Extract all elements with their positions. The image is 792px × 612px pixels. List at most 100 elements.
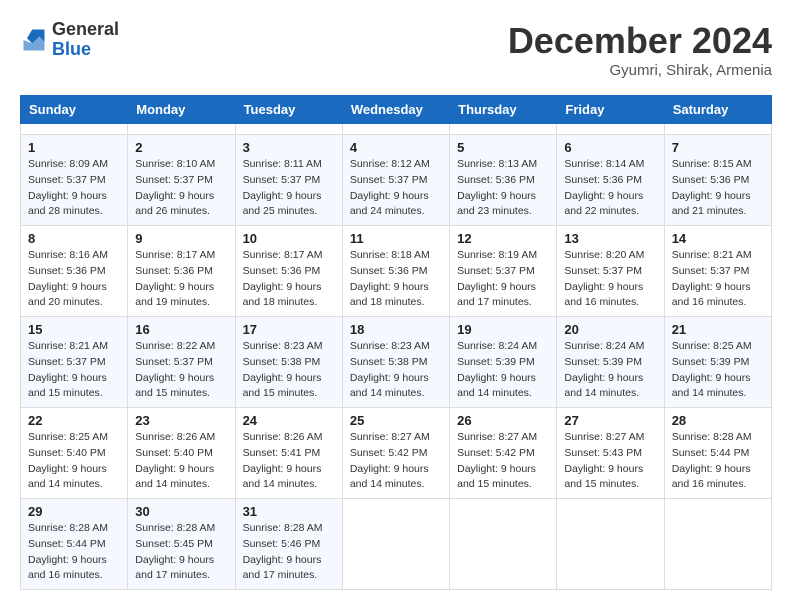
day-info: Sunrise: 8:24 AMSunset: 5:39 PMDaylight:… (457, 339, 549, 402)
day-number: 24 (243, 413, 335, 428)
calendar-week-row: 1 Sunrise: 8:09 AMSunset: 5:37 PMDaylight… (21, 135, 772, 226)
day-info: Sunrise: 8:19 AMSunset: 5:37 PMDaylight:… (457, 248, 549, 311)
day-info: Sunrise: 8:17 AMSunset: 5:36 PMDaylight:… (135, 248, 227, 311)
logo-general: General (52, 20, 119, 40)
calendar-cell: 9Sunrise: 8:17 AMSunset: 5:36 PMDaylight… (128, 226, 235, 317)
day-info: Sunrise: 8:26 AMSunset: 5:40 PMDaylight:… (135, 430, 227, 493)
day-number: 1 (28, 140, 120, 155)
calendar-cell: 26Sunrise: 8:27 AMSunset: 5:42 PMDayligh… (450, 408, 557, 499)
calendar-cell: 23 Sunrise: 8:26 AMSunset: 5:40 PMDayligh… (128, 408, 235, 499)
day-info: Sunrise: 8:09 AMSunset: 5:37 PMDaylight:… (28, 157, 120, 220)
day-info: Sunrise: 8:15 AMSunset: 5:36 PMDaylight:… (672, 157, 764, 220)
day-number: 20 (564, 322, 656, 337)
day-info: Sunrise: 8:24 AMSunset: 5:39 PMDaylight:… (564, 339, 656, 402)
day-info: Sunrise: 8:21 AMSunset: 5:37 PMDaylight:… (28, 339, 120, 402)
day-number: 28 (672, 413, 764, 428)
calendar-cell: 10Sunrise: 8:17 AMSunset: 5:36 PMDayligh… (235, 226, 342, 317)
day-number: 21 (672, 322, 764, 337)
day-info: Sunrise: 8:27 AMSunset: 5:43 PMDaylight:… (564, 430, 656, 493)
day-info: Sunrise: 8:21 AMSunset: 5:37 PMDaylight:… (672, 248, 764, 311)
day-info: Sunrise: 8:12 AMSunset: 5:37 PMDaylight:… (350, 157, 442, 220)
day-info: Sunrise: 8:18 AMSunset: 5:36 PMDaylight:… (350, 248, 442, 311)
day-info: Sunrise: 8:13 AMSunset: 5:36 PMDaylight:… (457, 157, 549, 220)
location: Gyumri, Shirak, Armenia (508, 62, 772, 79)
calendar-cell: 7 Sunrise: 8:15 AMSunset: 5:36 PMDaylight… (664, 135, 771, 226)
calendar-week-row: 15 Sunrise: 8:21 AMSunset: 5:37 PMDayligh… (21, 317, 772, 408)
calendar-cell (21, 124, 128, 135)
calendar-cell: 22 Sunrise: 8:25 AMSunset: 5:40 PMDayligh… (21, 408, 128, 499)
calendar-cell (235, 124, 342, 135)
calendar-cell: 29 Sunrise: 8:28 AMSunset: 5:44 PMDayligh… (21, 499, 128, 590)
day-info: Sunrise: 8:27 AMSunset: 5:42 PMDaylight:… (350, 430, 442, 493)
day-number: 29 (28, 504, 120, 519)
day-number: 17 (243, 322, 335, 337)
day-info: Sunrise: 8:25 AMSunset: 5:40 PMDaylight:… (28, 430, 120, 493)
calendar-week-row: 22 Sunrise: 8:25 AMSunset: 5:40 PMDayligh… (21, 408, 772, 499)
day-info: Sunrise: 8:28 AMSunset: 5:44 PMDaylight:… (28, 521, 120, 584)
calendar-cell: 28 Sunrise: 8:28 AMSunset: 5:44 PMDayligh… (664, 408, 771, 499)
weekday-header-row: SundayMondayTuesdayWednesdayThursdayFrid… (21, 96, 772, 124)
day-info: Sunrise: 8:20 AMSunset: 5:37 PMDaylight:… (564, 248, 656, 311)
calendar-cell: 4 Sunrise: 8:12 AMSunset: 5:37 PMDaylight… (342, 135, 449, 226)
calendar-week-row: 8Sunrise: 8:16 AMSunset: 5:36 PMDaylight… (21, 226, 772, 317)
calendar-cell: 12 Sunrise: 8:19 AMSunset: 5:37 PMDayligh… (450, 226, 557, 317)
calendar-cell (450, 124, 557, 135)
day-info: Sunrise: 8:23 AMSunset: 5:38 PMDaylight:… (350, 339, 442, 402)
calendar-cell: 11 Sunrise: 8:18 AMSunset: 5:36 PMDayligh… (342, 226, 449, 317)
calendar-cell: 2 Sunrise: 8:10 AMSunset: 5:37 PMDaylight… (128, 135, 235, 226)
calendar-cell (664, 124, 771, 135)
calendar-cell: 17Sunrise: 8:23 AMSunset: 5:38 PMDayligh… (235, 317, 342, 408)
day-info: Sunrise: 8:10 AMSunset: 5:37 PMDaylight:… (135, 157, 227, 220)
day-number: 19 (457, 322, 549, 337)
calendar-week-row (21, 124, 772, 135)
calendar-cell: 8Sunrise: 8:16 AMSunset: 5:36 PMDaylight… (21, 226, 128, 317)
logo: General Blue (20, 20, 119, 60)
month-title: December 2024 (508, 20, 772, 62)
logo-icon (20, 26, 48, 54)
title-block: December 2024 Gyumri, Shirak, Armenia (508, 20, 772, 79)
calendar-cell: 21Sunrise: 8:25 AMSunset: 5:39 PMDayligh… (664, 317, 771, 408)
calendar-cell: 27 Sunrise: 8:27 AMSunset: 5:43 PMDayligh… (557, 408, 664, 499)
calendar-cell: 19 Sunrise: 8:24 AMSunset: 5:39 PMDayligh… (450, 317, 557, 408)
calendar-cell: 14 Sunrise: 8:21 AMSunset: 5:37 PMDayligh… (664, 226, 771, 317)
day-number: 23 (135, 413, 227, 428)
day-info: Sunrise: 8:28 AMSunset: 5:44 PMDaylight:… (672, 430, 764, 493)
day-number: 13 (564, 231, 656, 246)
weekday-header: Tuesday (235, 96, 342, 124)
day-number: 12 (457, 231, 549, 246)
day-number: 14 (672, 231, 764, 246)
day-number: 3 (243, 140, 335, 155)
logo-blue: Blue (52, 40, 119, 60)
day-info: Sunrise: 8:22 AMSunset: 5:37 PMDaylight:… (135, 339, 227, 402)
calendar-cell (128, 124, 235, 135)
calendar-cell: 24Sunrise: 8:26 AMSunset: 5:41 PMDayligh… (235, 408, 342, 499)
weekday-header: Friday (557, 96, 664, 124)
calendar-cell (450, 499, 557, 590)
calendar-cell: 13 Sunrise: 8:20 AMSunset: 5:37 PMDayligh… (557, 226, 664, 317)
day-number: 5 (457, 140, 549, 155)
day-number: 31 (243, 504, 335, 519)
calendar-cell: 1 Sunrise: 8:09 AMSunset: 5:37 PMDaylight… (21, 135, 128, 226)
day-info: Sunrise: 8:11 AMSunset: 5:37 PMDaylight:… (243, 157, 335, 220)
day-number: 15 (28, 322, 120, 337)
day-number: 4 (350, 140, 442, 155)
calendar-cell: 3 Sunrise: 8:11 AMSunset: 5:37 PMDaylight… (235, 135, 342, 226)
calendar-cell: 30Sunrise: 8:28 AMSunset: 5:45 PMDayligh… (128, 499, 235, 590)
day-number: 22 (28, 413, 120, 428)
calendar-cell (342, 499, 449, 590)
day-number: 16 (135, 322, 227, 337)
day-number: 26 (457, 413, 549, 428)
day-info: Sunrise: 8:28 AMSunset: 5:45 PMDaylight:… (135, 521, 227, 584)
day-number: 27 (564, 413, 656, 428)
day-number: 10 (243, 231, 335, 246)
day-number: 18 (350, 322, 442, 337)
day-number: 11 (350, 231, 442, 246)
calendar-cell (557, 124, 664, 135)
day-number: 7 (672, 140, 764, 155)
page-header: General Blue December 2024 Gyumri, Shira… (20, 20, 772, 79)
calendar-cell: 16 Sunrise: 8:22 AMSunset: 5:37 PMDayligh… (128, 317, 235, 408)
day-number: 2 (135, 140, 227, 155)
calendar-cell: 5 Sunrise: 8:13 AMSunset: 5:36 PMDaylight… (450, 135, 557, 226)
weekday-header: Thursday (450, 96, 557, 124)
calendar: SundayMondayTuesdayWednesdayThursdayFrid… (20, 95, 772, 590)
